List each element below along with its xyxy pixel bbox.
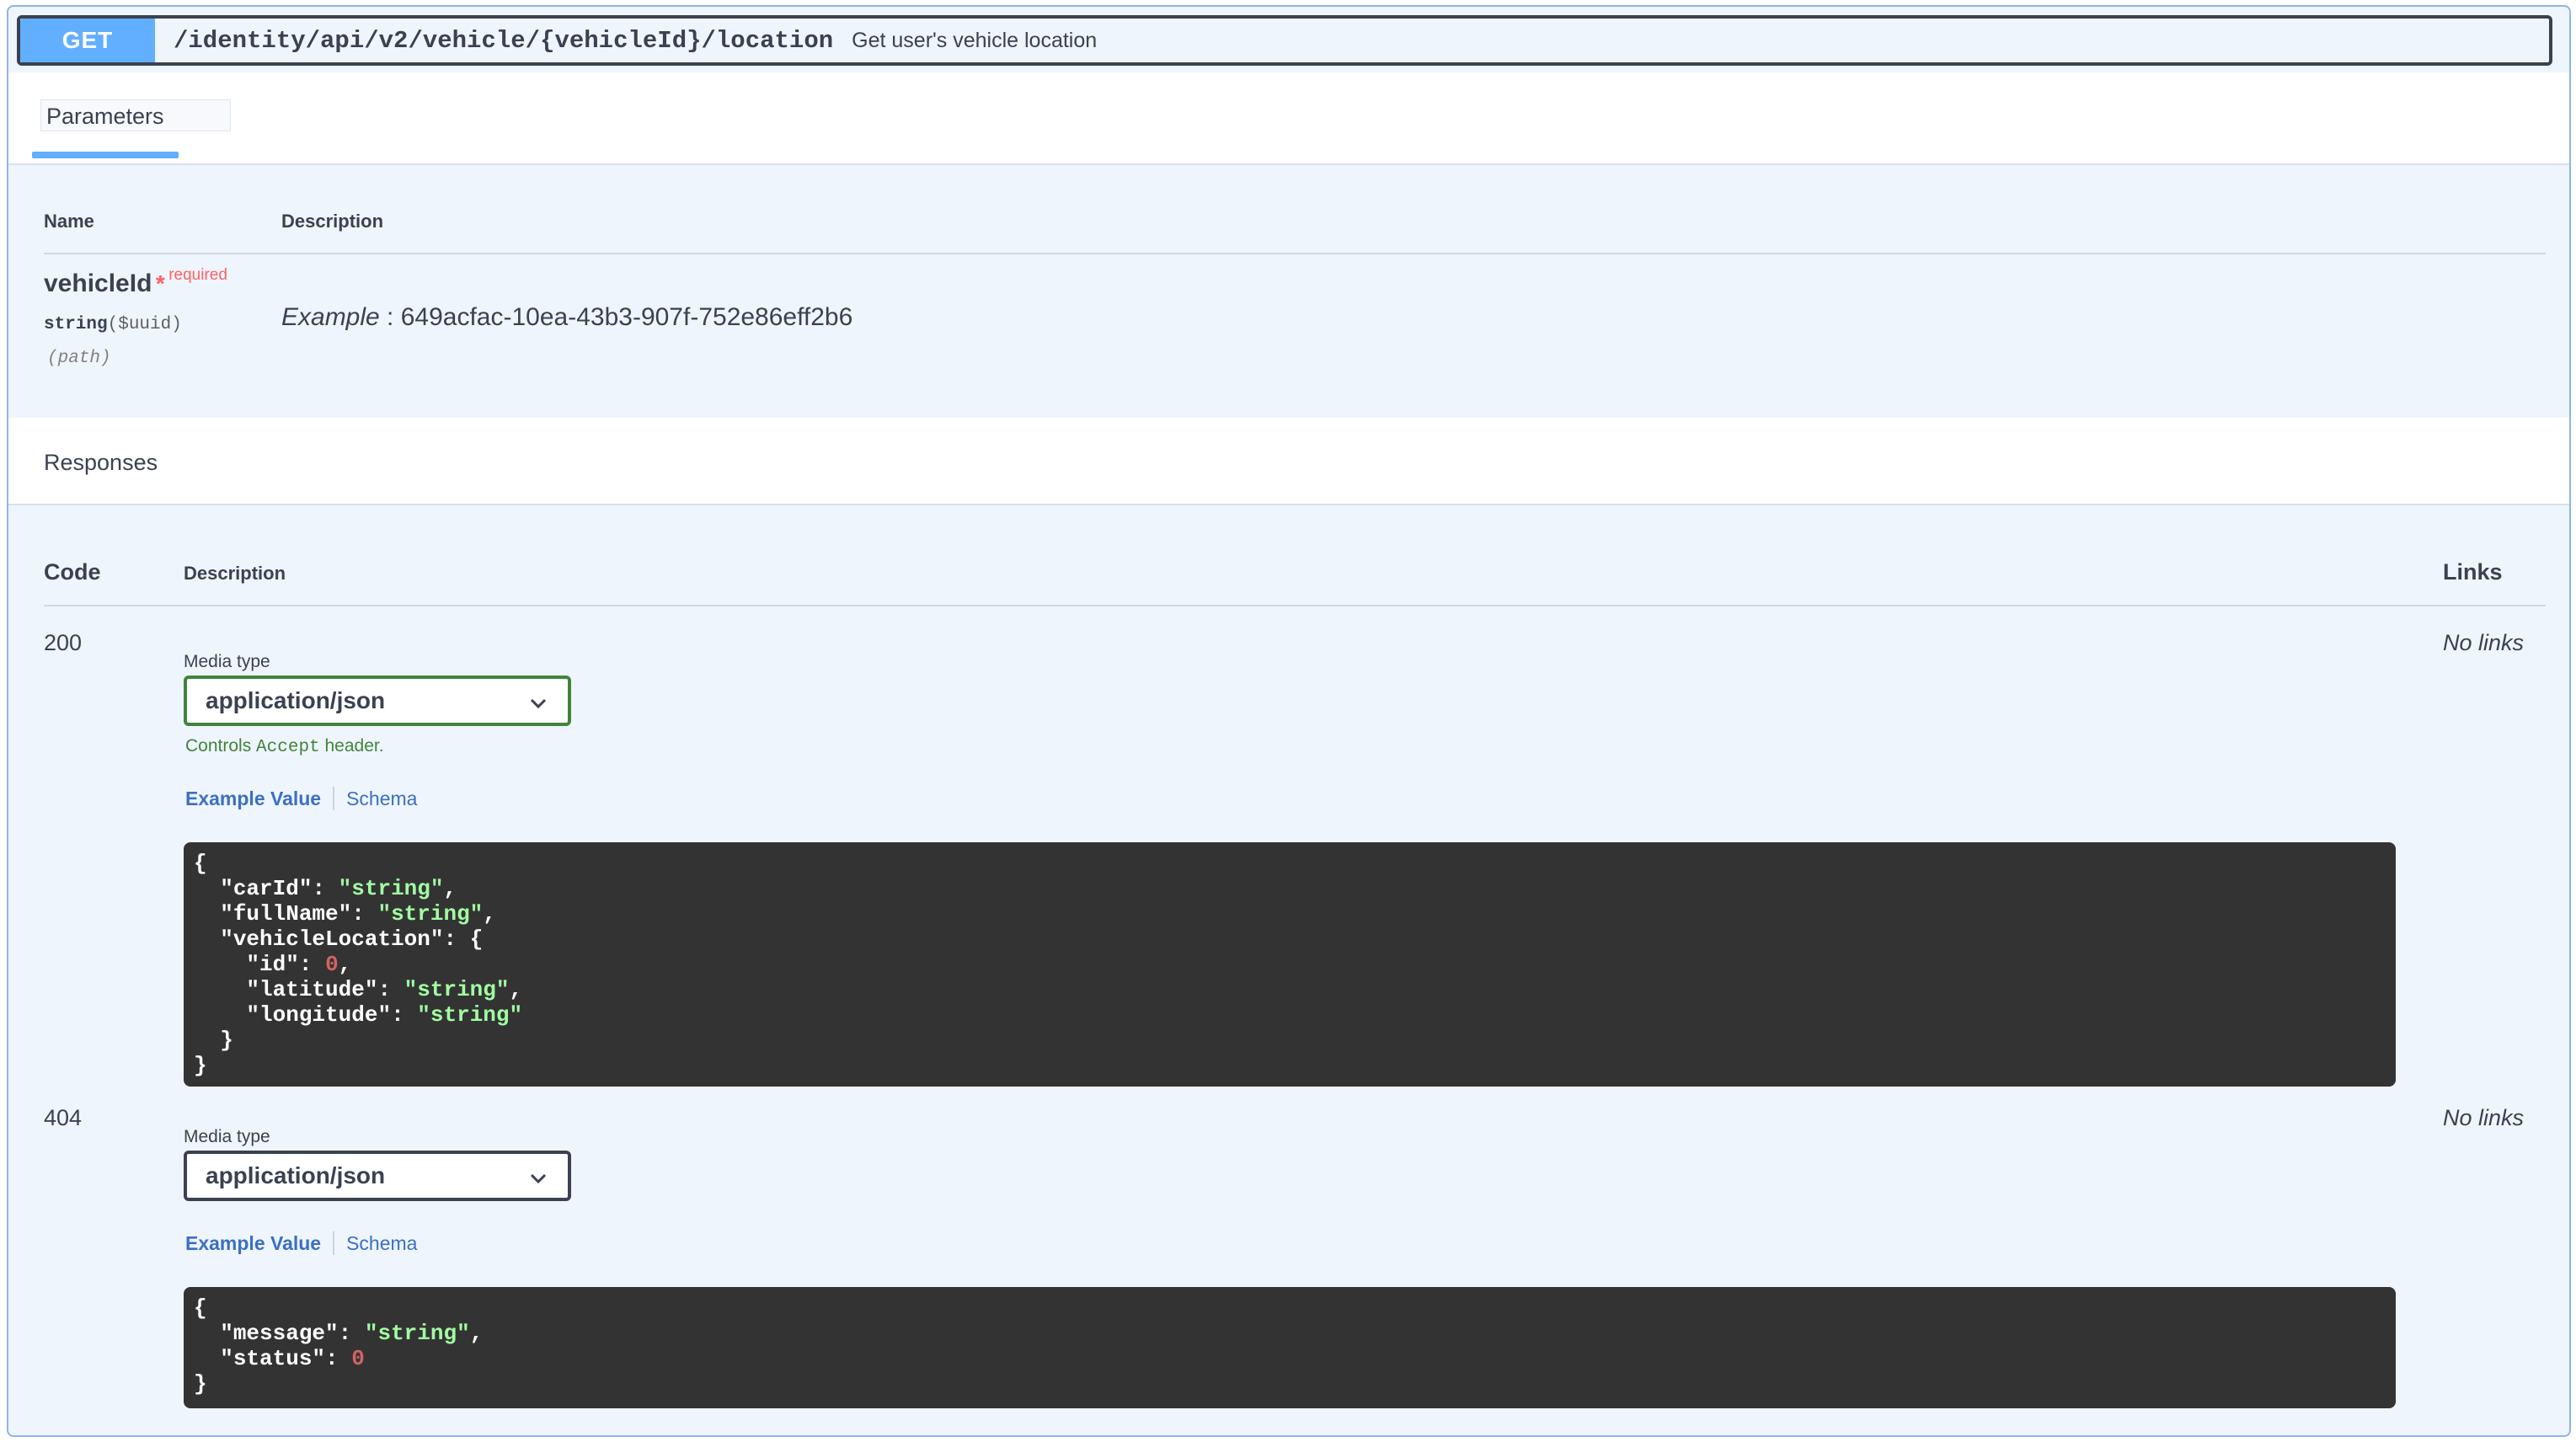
- response-links-200: No links: [2443, 630, 2525, 655]
- response-header-description: Description: [184, 563, 286, 584]
- controls-accept-header: Accept: [256, 738, 320, 757]
- example-tabs-404: Example Value Schema: [185, 1231, 417, 1255]
- example-tabs-200: Example Value Schema: [185, 787, 417, 810]
- json-key: "carId": [220, 876, 313, 901]
- example-json-200: { "carId": "string", "fullName": "string…: [184, 842, 2396, 1087]
- responses-section-header: Responses: [8, 418, 2569, 505]
- media-type-label: Media type: [184, 1127, 270, 1146]
- json-key: "id": [246, 952, 299, 977]
- json-key: "latitude": [246, 977, 378, 1002]
- operation-block: GET /identity/api/v2/vehicle/{vehicleId}…: [7, 5, 2571, 1437]
- param-row-vehicleId: vehicleId * required: [44, 266, 227, 298]
- json-key: "status": [220, 1346, 326, 1371]
- param-type-format: ($uuid): [107, 315, 182, 334]
- json-string: "string": [364, 1321, 470, 1346]
- param-header-description: Description: [281, 211, 384, 232]
- response-code-404: 404: [44, 1105, 83, 1130]
- json-number: 0: [325, 952, 339, 977]
- http-method-badge: GET: [20, 19, 155, 62]
- param-type-name: string: [44, 315, 108, 334]
- json-string: "string": [417, 1002, 523, 1028]
- json-string: "string": [338, 876, 444, 901]
- swagger-page: GET /identity/api/v2/vehicle/{vehicleId}…: [0, 0, 2576, 1442]
- media-type-value: application/json: [206, 1162, 386, 1188]
- json-punct: {: [194, 1295, 207, 1321]
- param-name: vehicleId: [44, 270, 152, 297]
- json-key: "message": [220, 1321, 339, 1346]
- media-type-value: application/json: [206, 687, 386, 713]
- endpoint-path: /identity/api/v2/vehicle/{vehicleId}/loc…: [174, 26, 834, 55]
- parameters-section-header: Parameters: [8, 72, 2569, 165]
- example-label: Example: [281, 303, 380, 331]
- example-separator: :: [379, 303, 401, 331]
- controls-accept-hint: Controls Accept header.: [185, 736, 384, 757]
- param-type: string($uuid): [44, 315, 182, 334]
- example-json-404: { "message": "string", "status": 0 }: [184, 1287, 2396, 1408]
- operation-summary[interactable]: GET /identity/api/v2/vehicle/{vehicleId}…: [17, 15, 2552, 66]
- response-links-404: No links: [2443, 1105, 2525, 1130]
- param-header-divider: [44, 253, 2546, 254]
- tab-example-value[interactable]: Example Value: [185, 788, 321, 810]
- controls-accept-post: header.: [319, 736, 384, 756]
- media-type-label: Media type: [184, 652, 270, 671]
- json-punct: }: [194, 1053, 207, 1078]
- json-string: "string": [377, 901, 484, 927]
- tab-schema[interactable]: Schema: [346, 788, 417, 810]
- response-header-links: Links: [2443, 559, 2503, 585]
- responses-title: Responses: [44, 450, 158, 475]
- tab-active-indicator: [32, 152, 179, 158]
- controls-accept-pre: Controls: [185, 736, 257, 756]
- json-key: "longitude": [246, 1002, 392, 1028]
- param-header-name: Name: [44, 211, 94, 232]
- tab-example-value[interactable]: Example Value: [185, 1232, 321, 1255]
- param-example: Example : 649acfac-10ea-43b3-907f-752e86…: [281, 303, 852, 332]
- media-type-select-200[interactable]: application/json: [184, 676, 571, 726]
- example-value: 649acfac-10ea-43b3-907f-752e86eff2b6: [400, 303, 853, 331]
- json-number: 0: [351, 1346, 365, 1371]
- chevron-down-icon: [530, 1173, 547, 1184]
- media-type-select-404[interactable]: application/json: [184, 1151, 571, 1201]
- required-label: required: [168, 266, 227, 284]
- endpoint-summary: Get user's vehicle location: [852, 28, 1098, 52]
- json-key: "vehicleLocation": [220, 927, 444, 952]
- tab-parameters[interactable]: Parameters: [40, 99, 231, 131]
- json-punct: }: [220, 1028, 233, 1053]
- json-punct: {: [469, 927, 484, 952]
- json-punct: }: [194, 1371, 207, 1397]
- json-string: "string": [404, 977, 510, 1002]
- json-key: "fullName": [220, 901, 352, 927]
- tab-separator: [333, 787, 335, 810]
- response-header-code: Code: [44, 559, 101, 585]
- response-code-200: 200: [44, 630, 83, 655]
- required-star: *: [155, 270, 165, 296]
- json-punct: {: [194, 851, 207, 876]
- chevron-down-icon: [530, 698, 547, 709]
- tab-separator: [333, 1231, 335, 1255]
- param-location: (path): [47, 349, 111, 368]
- tab-schema[interactable]: Schema: [346, 1232, 417, 1255]
- response-header-divider: [44, 605, 2546, 606]
